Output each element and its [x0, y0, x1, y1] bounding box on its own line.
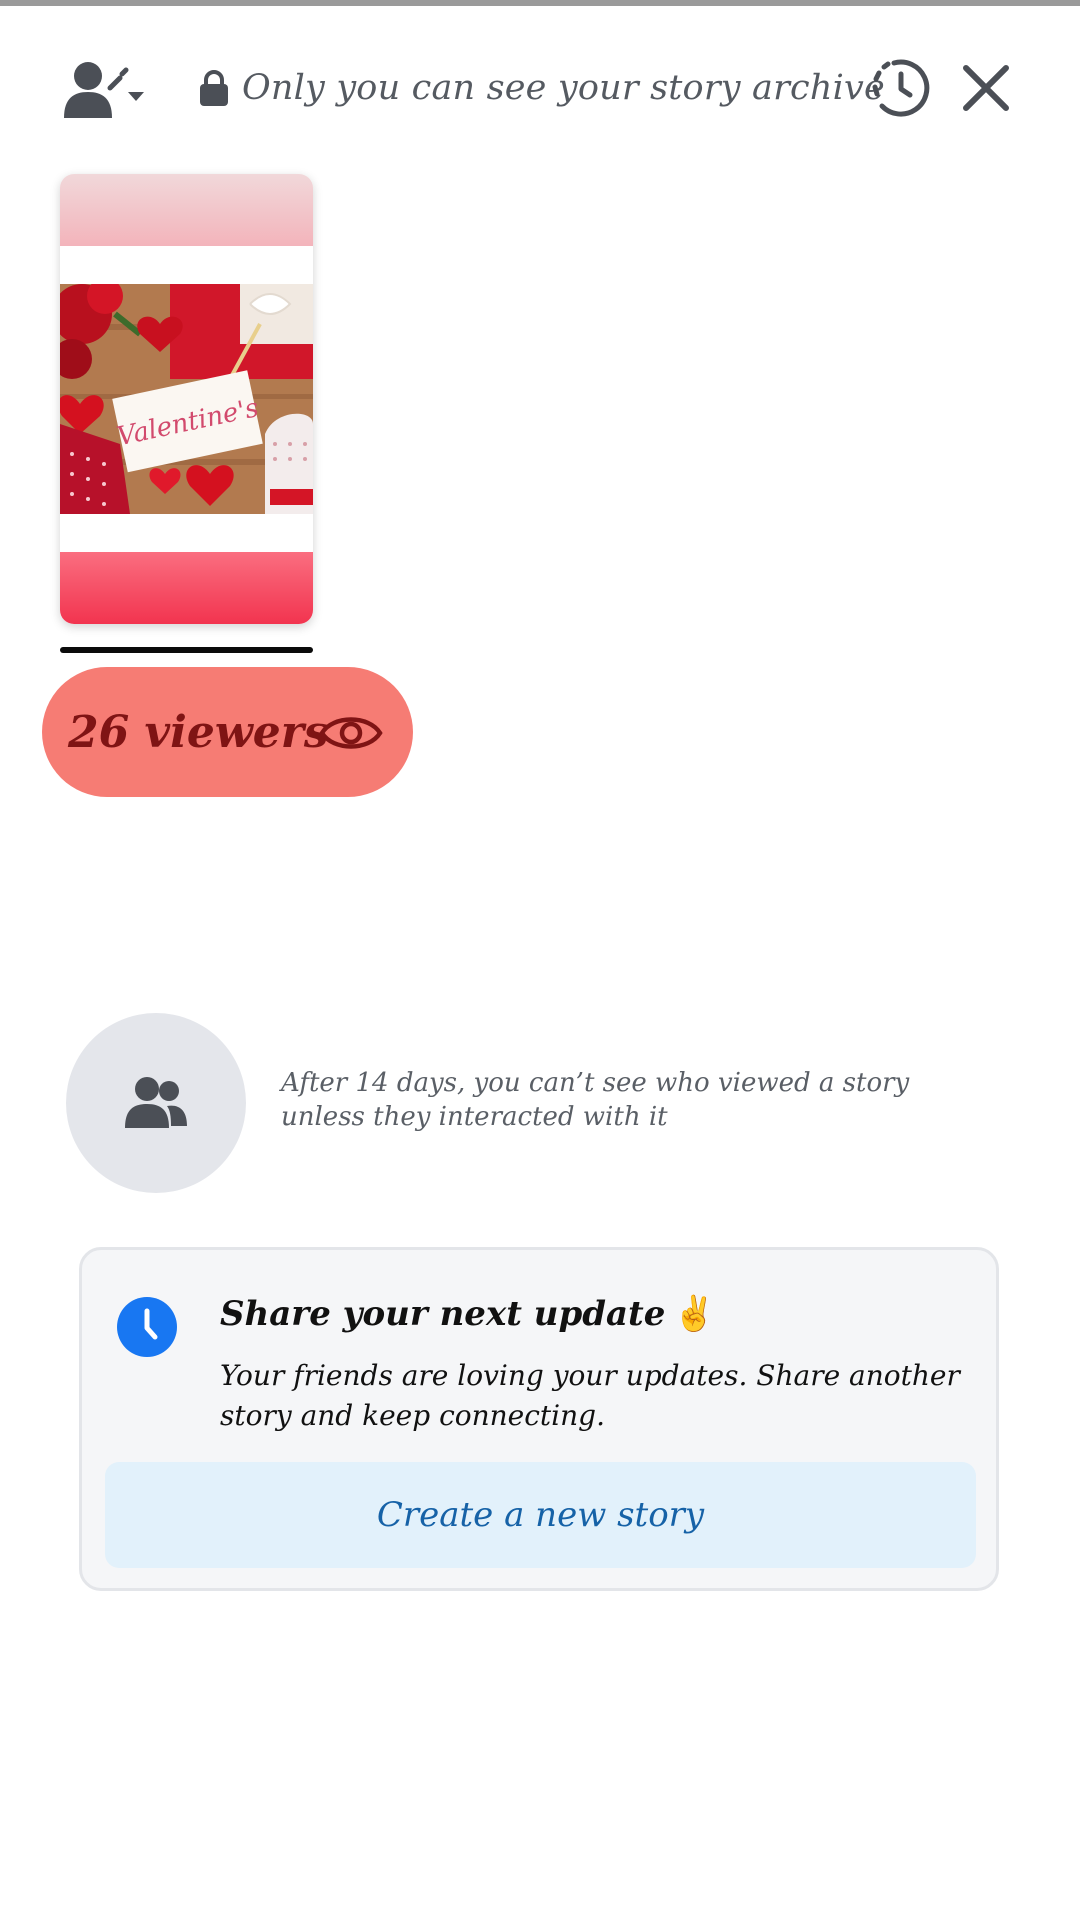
- eye-icon: [319, 717, 383, 749]
- top-edge-bar: [0, 0, 1080, 6]
- valentines-day-photo: Valentine's: [60, 284, 313, 514]
- story-history-button[interactable]: [870, 54, 932, 120]
- story-thumbnail[interactable]: Valentine's: [60, 174, 313, 624]
- archive-notice-text: Only you can see your story archive: [242, 68, 885, 108]
- create-new-story-button[interactable]: Create a new story: [105, 1462, 976, 1568]
- header: Only you can see your story archive: [0, 40, 1080, 140]
- share-update-card: Share your next update ✌️ Your friends ar…: [79, 1247, 999, 1591]
- story-history-icon: [872, 59, 930, 117]
- selected-story-indicator: [60, 647, 313, 653]
- archive-privacy-notice: Only you can see your story archive: [198, 56, 885, 120]
- person-privacy-dropdown-icon: [64, 62, 144, 118]
- clock-icon: [117, 1297, 177, 1357]
- story-archive-screen: Only you can see your story archive Vale…: [0, 0, 1080, 1920]
- update-card-title-text: Share your next update: [220, 1294, 666, 1334]
- lock-icon: [200, 70, 228, 106]
- viewer-retention-info: After 14 days, you can’t see who viewed …: [281, 1068, 910, 1132]
- viewers-count-label: 26 viewers: [68, 706, 329, 758]
- privacy-settings-button[interactable]: [62, 58, 152, 128]
- friends-icon: [125, 1077, 187, 1128]
- victory-hand-emoji: ✌️: [673, 1294, 716, 1334]
- viewers-button[interactable]: 26 viewers: [42, 667, 413, 797]
- update-card-body: Your friends are loving your updates. Sh…: [220, 1359, 960, 1432]
- close-icon: [963, 65, 1009, 111]
- update-card-title: Share your next update ✌️: [220, 1294, 716, 1334]
- close-button[interactable]: [958, 60, 1014, 116]
- friends-icon-container: [66, 1013, 246, 1193]
